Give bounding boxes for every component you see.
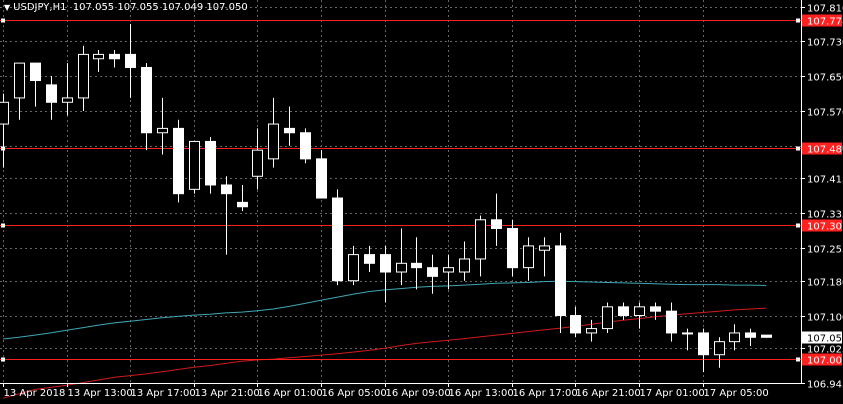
current-price-label: 107.050 bbox=[807, 334, 843, 345]
candle[interactable] bbox=[189, 140, 200, 194]
x-tick-label: 13 Apr 2018 bbox=[4, 388, 66, 399]
candle-body-bear bbox=[221, 184, 232, 195]
candle-body-bull bbox=[523, 245, 534, 269]
candle-body-bear bbox=[491, 219, 502, 229]
level-handle-right[interactable] bbox=[796, 357, 800, 362]
x-tick-label: 13 Apr 21:00 bbox=[195, 388, 260, 399]
candle-body-bull bbox=[602, 306, 613, 330]
candle-body-bull bbox=[62, 97, 73, 103]
y-tick-label: 106.945 bbox=[807, 380, 843, 391]
candle[interactable] bbox=[300, 128, 311, 164]
candle-body-bear bbox=[173, 127, 184, 195]
candle-body-bull bbox=[729, 332, 740, 343]
candle-body-bear bbox=[698, 332, 709, 356]
candle-body-bear bbox=[570, 315, 581, 334]
candle-body-bear bbox=[650, 306, 661, 312]
candle-body-bear bbox=[316, 158, 327, 199]
candle-body-bull bbox=[348, 254, 359, 282]
candle-body-bear bbox=[332, 197, 343, 282]
candle-body-bull bbox=[0, 101, 9, 125]
candle-body-bear bbox=[237, 201, 248, 208]
ohlc-values: 107.055 107.055 107.049 107.050 bbox=[72, 2, 248, 13]
level-handle-left[interactable] bbox=[1, 223, 5, 228]
candle-body-bull bbox=[475, 219, 486, 260]
candle[interactable] bbox=[761, 334, 772, 338]
y-tick-label: 107.180 bbox=[807, 278, 843, 289]
candle[interactable] bbox=[173, 119, 184, 203]
x-tick-label: 13 Apr 13:00 bbox=[68, 388, 133, 399]
candle[interactable] bbox=[332, 189, 343, 286]
candle-body-bear bbox=[411, 262, 422, 269]
symbol-title: ▼ USDJPY,H1 107.055 107.055 107.049 107.0… bbox=[4, 2, 248, 13]
candle[interactable] bbox=[205, 137, 216, 194]
candle-body-bear bbox=[364, 254, 375, 264]
candle-body-bear bbox=[427, 267, 438, 277]
candle-body-bear bbox=[46, 84, 57, 103]
y-tick-label: 107.335 bbox=[807, 210, 843, 221]
x-tick-label: 16 Apr 17:00 bbox=[513, 388, 578, 399]
symbol-name: USDJPY,H1 bbox=[13, 2, 67, 13]
candle-body-bear bbox=[666, 310, 677, 334]
candle-body-bear bbox=[125, 53, 136, 68]
price-chart[interactable]: 107.810107.730107.650107.570107.490107.4… bbox=[0, 0, 843, 404]
y-tick-label: 107.810 bbox=[807, 4, 843, 15]
candle-body-bull bbox=[252, 149, 263, 177]
level-handle-right[interactable] bbox=[796, 146, 800, 151]
x-tick-label: 13 Apr 17:00 bbox=[131, 388, 196, 399]
candle-body-bear bbox=[205, 140, 216, 186]
x-tick-label: 16 Apr 05:00 bbox=[322, 388, 387, 399]
x-tick-label: 16 Apr 01:00 bbox=[258, 388, 323, 399]
candle-body-bull bbox=[268, 123, 279, 160]
level-handle-left[interactable] bbox=[1, 18, 5, 23]
candle-body-bear bbox=[745, 332, 756, 338]
candle-body-bear bbox=[761, 334, 772, 338]
triangle-down-icon: ▼ bbox=[4, 3, 11, 12]
candle-body-bull bbox=[157, 127, 168, 134]
level-price-label: 107.486 bbox=[807, 145, 843, 156]
candle-body-bear bbox=[141, 66, 152, 134]
candle-body-bull bbox=[459, 258, 470, 273]
y-tick-label: 107.100 bbox=[807, 313, 843, 324]
candle-body-bear bbox=[555, 245, 566, 317]
level-price-label: 107.307 bbox=[807, 222, 843, 233]
candle-body-bull bbox=[586, 328, 597, 334]
candle-body-bull bbox=[682, 332, 693, 335]
level-handle-left[interactable] bbox=[1, 357, 5, 362]
candle-body-bull bbox=[396, 262, 407, 273]
y-tick-label: 107.650 bbox=[807, 73, 843, 84]
candle-body-bull bbox=[14, 62, 25, 99]
candle-body-bear bbox=[300, 132, 311, 160]
candle-body-bull bbox=[93, 53, 104, 60]
candle-body-bull bbox=[443, 267, 454, 273]
y-tick-label: 107.730 bbox=[807, 38, 843, 49]
candle-body-bear bbox=[284, 127, 295, 134]
x-tick-label: 16 Apr 09:00 bbox=[386, 388, 451, 399]
x-tick-label: 17 Apr 05:00 bbox=[704, 388, 769, 399]
candle-body-bull bbox=[714, 341, 725, 356]
candle-body-bull bbox=[189, 140, 200, 190]
y-tick-label: 107.570 bbox=[807, 108, 843, 119]
level-handle-right[interactable] bbox=[796, 223, 800, 228]
candle[interactable] bbox=[602, 302, 613, 333]
candle-body-bear bbox=[109, 53, 120, 60]
candle-body-bull bbox=[539, 245, 550, 251]
y-tick-label: 107.415 bbox=[807, 175, 843, 186]
x-tick-label: 16 Apr 13:00 bbox=[449, 388, 514, 399]
candle-body-bear bbox=[618, 306, 629, 317]
candle-body-bull bbox=[78, 53, 89, 99]
level-price-label: 107.778 bbox=[807, 17, 843, 28]
candle-body-bear bbox=[380, 254, 391, 273]
y-tick-label: 107.255 bbox=[807, 245, 843, 256]
candle[interactable] bbox=[507, 219, 518, 277]
candle-body-bear bbox=[30, 62, 41, 82]
candle-body-bull bbox=[634, 306, 645, 317]
x-tick-label: 16 Apr 21:00 bbox=[576, 388, 641, 399]
x-tick-label: 17 Apr 01:00 bbox=[640, 388, 705, 399]
level-price-label: 107.001 bbox=[807, 356, 843, 367]
candle-body-bear bbox=[507, 227, 518, 269]
level-handle-right[interactable] bbox=[796, 18, 800, 23]
